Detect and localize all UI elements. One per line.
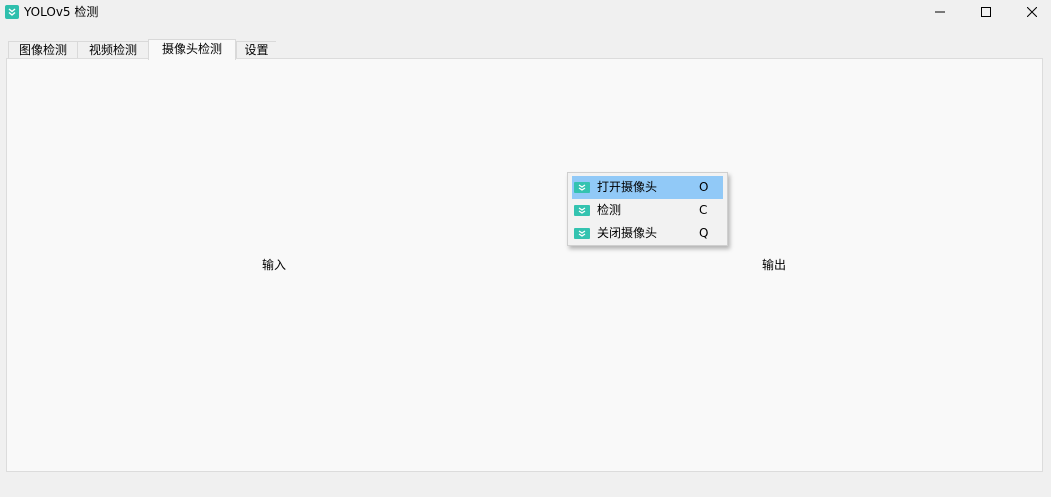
menu-item-label: 检测 bbox=[597, 203, 622, 217]
app-window: YOLOv5 检测 图像检测 视频检测 摄像头检测 设置 输入 输出 打开摄像头… bbox=[0, 0, 1051, 497]
maximize-icon bbox=[981, 7, 991, 17]
minimize-button[interactable] bbox=[917, 0, 963, 26]
menu-item-label: 打开摄像头 bbox=[597, 180, 658, 194]
menu-item-shortcut: O bbox=[699, 180, 709, 194]
menu-item-detect[interactable]: 检测 C bbox=[572, 199, 723, 222]
menu-item-open-camera[interactable]: 打开摄像头 O bbox=[572, 176, 723, 199]
tab-video-detection[interactable]: 视频检测 bbox=[77, 41, 149, 59]
camera-detection-panel[interactable]: 输入 输出 bbox=[6, 58, 1043, 472]
app-logo-icon bbox=[5, 5, 19, 19]
menu-item-label: 关闭摄像头 bbox=[597, 226, 658, 240]
app-logo-icon bbox=[574, 205, 590, 216]
window-title: YOLOv5 检测 bbox=[24, 5, 99, 19]
close-icon bbox=[1027, 7, 1037, 17]
app-logo-icon bbox=[574, 228, 590, 239]
menu-item-shortcut: C bbox=[699, 203, 708, 217]
minimize-icon bbox=[935, 11, 945, 13]
app-logo-icon bbox=[574, 182, 590, 193]
menu-item-close-camera[interactable]: 关闭摄像头 Q bbox=[572, 222, 723, 245]
title-bar[interactable]: YOLOv5 检测 bbox=[0, 0, 1051, 26]
maximize-button[interactable] bbox=[963, 0, 1009, 26]
tab-camera-detection[interactable]: 摄像头检测 bbox=[148, 39, 236, 60]
output-display-label: 输出 bbox=[762, 258, 787, 272]
menu-item-shortcut: Q bbox=[699, 226, 709, 240]
context-menu: 打开摄像头 O 检测 C 关闭摄像头 Q bbox=[567, 172, 728, 246]
close-button[interactable] bbox=[1009, 0, 1051, 26]
tab-image-detection[interactable]: 图像检测 bbox=[8, 41, 78, 59]
tab-settings[interactable]: 设置 bbox=[236, 41, 276, 59]
input-display-label: 输入 bbox=[262, 258, 287, 272]
